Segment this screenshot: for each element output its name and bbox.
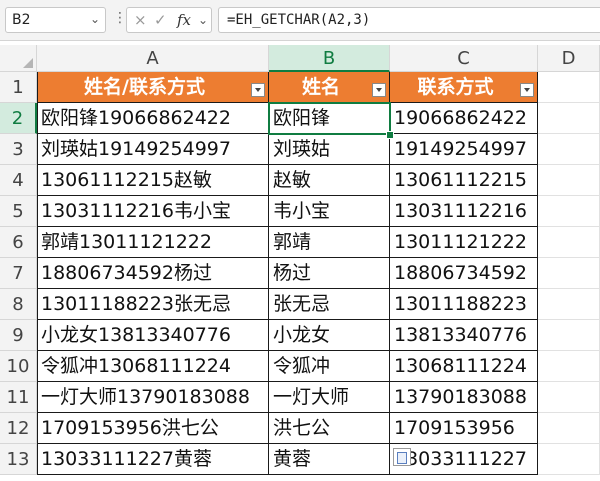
table-header-cell[interactable]: 姓名/联系方式: [37, 72, 269, 103]
table-cell[interactable]: 欧阳锋19066862422: [37, 103, 269, 134]
row-header-13[interactable]: 13: [0, 444, 37, 475]
empty-cell[interactable]: [538, 227, 600, 258]
table-cell[interactable]: 13011121222: [390, 227, 538, 258]
table-cell[interactable]: 19149254997: [390, 134, 538, 165]
row-header-12[interactable]: 12: [0, 413, 37, 444]
empty-cell[interactable]: [538, 134, 600, 165]
empty-cell[interactable]: [538, 289, 600, 320]
empty-cell[interactable]: [538, 258, 600, 289]
table-cell[interactable]: 13033111227黄蓉: [37, 444, 269, 475]
filter-dropdown-icon[interactable]: [251, 83, 265, 97]
table-cell[interactable]: 13790183088: [390, 382, 538, 413]
table-cell[interactable]: 1709153956洪七公: [37, 413, 269, 444]
row-header-10[interactable]: 10: [0, 351, 37, 382]
table-cell[interactable]: 19066862422: [390, 103, 538, 134]
table-cell[interactable]: 13813340776: [390, 320, 538, 351]
filter-dropdown-icon[interactable]: [520, 83, 534, 97]
table-cell[interactable]: 13011188223张无忌: [37, 289, 269, 320]
table-cell[interactable]: 洪七公: [269, 413, 390, 444]
table-cell[interactable]: 小龙女: [269, 320, 390, 351]
name-box[interactable]: B2 ⌄: [5, 7, 106, 33]
chevron-down-icon[interactable]: ⌄: [198, 13, 208, 27]
table-cell[interactable]: 黄蓉: [269, 444, 390, 475]
table-cell[interactable]: 韦小宝: [269, 196, 390, 227]
table-cell[interactable]: 一灯大师: [269, 382, 390, 413]
column-header-b[interactable]: B: [269, 45, 390, 72]
chevron-down-icon[interactable]: ⌄: [90, 12, 100, 26]
table-cell[interactable]: 1709153956: [390, 413, 538, 444]
table-cell[interactable]: 13011188223: [390, 289, 538, 320]
table-cell[interactable]: 郭靖13011121222: [37, 227, 269, 258]
row-header-6[interactable]: 6: [0, 227, 37, 258]
table-cell[interactable]: 张无忌: [269, 289, 390, 320]
table-cell[interactable]: 小龙女13813340776: [37, 320, 269, 351]
empty-cell[interactable]: [538, 320, 600, 351]
table-border: [37, 72, 38, 475]
table-cell[interactable]: 13033111227: [390, 444, 538, 475]
table-cell[interactable]: 13031112216韦小宝: [37, 196, 269, 227]
empty-cell[interactable]: [538, 413, 600, 444]
table-cell[interactable]: 刘瑛姑: [269, 134, 390, 165]
row-header-3[interactable]: 3: [0, 134, 37, 165]
formula-buttons: × ✓ fx ⌄: [126, 7, 212, 33]
table-cell[interactable]: 13031112216: [390, 196, 538, 227]
table-cell[interactable]: 18806734592: [390, 258, 538, 289]
row-header-8[interactable]: 8: [0, 289, 37, 320]
cancel-icon[interactable]: ×: [134, 11, 147, 29]
table-cell[interactable]: 13061112215赵敏: [37, 165, 269, 196]
empty-cell[interactable]: [538, 165, 600, 196]
spreadsheet-grid: A B C D 1 姓名/联系方式 姓名 联系方式 2 欧阳锋19066862422 欧阳锋…: [0, 45, 600, 481]
empty-cell[interactable]: [538, 382, 600, 413]
paste-options-icon[interactable]: [393, 448, 411, 466]
column-header-a[interactable]: A: [37, 45, 269, 72]
table-cell[interactable]: 赵敏: [269, 165, 390, 196]
table-cell[interactable]: 刘瑛姑19149254997: [37, 134, 269, 165]
empty-cell[interactable]: [538, 351, 600, 382]
row-header-5[interactable]: 5: [0, 196, 37, 227]
fill-handle[interactable]: [386, 131, 394, 139]
table-cell[interactable]: 令狐冲13068111224: [37, 351, 269, 382]
cell-reference: B2: [12, 12, 31, 28]
table-cell[interactable]: 13068111224: [390, 351, 538, 382]
table-header-cell[interactable]: 姓名: [269, 72, 390, 103]
formula-bar: B2 ⌄ ⋮ × ✓ fx ⌄ =EH_GETCHAR(A2,3): [0, 0, 600, 41]
confirm-icon[interactable]: ✓: [154, 11, 167, 29]
filter-dropdown-icon[interactable]: [372, 83, 386, 97]
table-cell[interactable]: 一灯大师13790183088: [37, 382, 269, 413]
insert-function-icon[interactable]: fx: [177, 11, 191, 29]
row-header-7[interactable]: 7: [0, 258, 37, 289]
formula-input[interactable]: =EH_GETCHAR(A2,3): [218, 7, 600, 33]
formula-text: =EH_GETCHAR(A2,3): [227, 12, 371, 28]
table-cell[interactable]: 18806734592杨过: [37, 258, 269, 289]
table-cell[interactable]: 郭靖: [269, 227, 390, 258]
empty-cell[interactable]: [538, 196, 600, 227]
row-header-1[interactable]: 1: [0, 72, 37, 103]
select-all-button[interactable]: [0, 45, 37, 72]
table-cell[interactable]: 令狐冲: [269, 351, 390, 382]
column-header-c[interactable]: C: [390, 45, 538, 72]
empty-cell[interactable]: [538, 444, 600, 475]
empty-cell[interactable]: [538, 103, 600, 134]
row-header-9[interactable]: 9: [0, 320, 37, 351]
empty-cell[interactable]: [538, 72, 600, 103]
row-header-4[interactable]: 4: [0, 165, 37, 196]
table-cell[interactable]: 杨过: [269, 258, 390, 289]
table-cell[interactable]: 13061112215: [390, 165, 538, 196]
column-header-d[interactable]: D: [538, 45, 600, 72]
table-header-cell[interactable]: 联系方式: [390, 72, 538, 103]
row-header-2[interactable]: 2: [0, 103, 37, 134]
row-header-11[interactable]: 11: [0, 382, 37, 413]
more-options-icon[interactable]: ⋮: [113, 10, 127, 26]
table-cell[interactable]: 欧阳锋: [269, 103, 390, 134]
